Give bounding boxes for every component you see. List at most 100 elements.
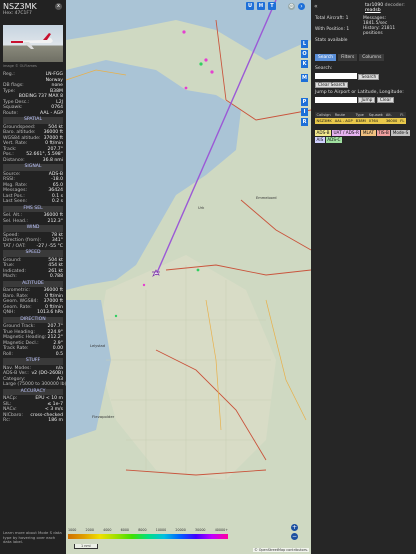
info-label: QNH: [3,310,16,315]
info-label: Rc: [3,418,11,423]
info-value: -27 / -55 °C [36,243,63,249]
place-label: Flevopolder [92,414,115,419]
app-header: tar1090 decoder: readsb [365,3,416,13]
info-value: 212.3° [47,218,63,224]
source-chip[interactable]: AIS [315,137,325,143]
sidebar: « tar1090 decoder: readsb Total Aircraft… [311,0,416,554]
source-chip[interactable]: ADS-C [325,137,342,143]
info-row: TAT / OAT: -27 / -55 °C [3,244,63,250]
clear-search-button[interactable]: Clear Search [315,81,349,88]
source-chip[interactable]: UAT / ADS-R [331,130,361,136]
section-header[interactable]: ACCURACY [3,388,63,395]
toggle-t-button[interactable]: T [268,2,276,10]
jump-label: Jump to Airport or Latitude, Longitude: [315,89,404,95]
table-cell: B38M [354,118,368,124]
layer-r-button[interactable]: R [301,118,308,126]
aircraft-photo[interactable] [3,25,63,62]
info-label: Reg.: [3,72,15,77]
tab-columns[interactable]: Columns [359,54,385,61]
section-header[interactable]: ALTITUDE [3,280,63,287]
stats-link[interactable]: Stats available [315,38,415,43]
aircraft-info-panel: NSZ3MK Hex: 47C1F7 x image © OLFlames Re… [0,0,66,554]
with-position-label: With Position: [315,27,345,32]
search-label: Search: [315,66,333,71]
ais-target-icon[interactable] [204,58,208,62]
decoder-link[interactable]: readsb [365,8,381,13]
search-button[interactable]: Search [358,73,380,80]
settings-icon[interactable]: ⚙ [288,3,295,10]
map-canvas[interactable] [66,0,311,554]
layer-p-button[interactable]: P [301,98,308,106]
table-cell: 36000 [384,118,399,124]
ais-target-icon[interactable] [196,268,200,272]
altitude-legend-labels: 1000 2000 4000 6000 8000 10000 20000 30000 40000… [68,528,228,532]
toggle-u-button[interactable]: U [246,2,254,10]
section-header[interactable]: STUFF [3,358,63,365]
ais-target-icon[interactable] [210,70,214,74]
ais-target-icon[interactable] [114,314,118,318]
section-header[interactable]: WIND [3,225,63,232]
help-note: Learn more about Mode S data type by hov… [3,530,62,544]
info-label: Large (75000 to 300000 lb) [3,382,66,387]
legend-label: 6000 [120,528,130,532]
search-input[interactable] [315,73,357,79]
ais-target-icon[interactable] [182,30,186,34]
osm-attribution[interactable]: © OpenStreetMap contributors. [253,548,309,552]
jump-clear-button[interactable]: Clear [376,97,395,103]
info-label: Route: [3,110,18,116]
layer-l-button[interactable]: L [301,40,308,48]
ais-target-icon[interactable] [184,86,188,90]
layer-o-button[interactable]: O [301,50,308,58]
zoom-out-button[interactable]: − [291,533,298,540]
tab-search[interactable]: Search [315,54,337,61]
info-label: Roll: [3,351,13,357]
layer-k-button[interactable]: K [301,60,308,68]
total-aircraft-label: Total Aircraft: [315,16,345,21]
layer-i-button[interactable]: I [301,108,308,116]
layer-m-button[interactable]: M [301,74,308,82]
airplane-photo-graphic [11,33,53,49]
toggle-h-button[interactable]: H [257,2,265,10]
ais-target-icon[interactable] [199,62,203,66]
ais-target-icon[interactable] [142,283,146,287]
section-header[interactable]: SPATIAL [3,117,63,124]
info-label: TAT / OAT: [3,243,26,249]
jump-input[interactable] [315,96,357,103]
tab-filters[interactable]: Filters [338,54,358,61]
info-label: Type: [3,88,16,94]
source-chip[interactable]: TIS-B [376,130,391,136]
table-cell: AAL - AGP [333,118,355,124]
aircraft-table: Callsign Route Type Squawk Alt. Fl. NSZ3… [315,112,411,124]
legend-label: 30000 [195,528,206,532]
info-value: 0.5 [55,351,63,357]
source-chip[interactable]: ADS-B [315,130,331,136]
close-icon[interactable]: x [55,3,62,10]
legend-label: 2000 [85,528,94,532]
info-label: Last Seen: [3,199,28,204]
expand-sidebar-icon[interactable]: › [298,3,305,10]
section-header[interactable]: DIRECTION [3,316,63,323]
total-aircraft-value: 1 [345,16,349,21]
search-panel: Search: Search Clear Search Jump to Airp… [315,66,411,103]
section-header[interactable]: SPEED [3,250,63,257]
section-header[interactable]: FMS SEL [3,205,63,212]
jump-button[interactable]: Jump [358,97,376,103]
place-label: Urk [198,206,205,210]
info-label: Sel. Head.: [3,218,28,224]
legend-label: 40000+ [214,528,228,532]
source-chip[interactable]: Mode-S [391,130,410,136]
info-row: Distance: 36.8 nmi [3,158,63,164]
info-value: AAL - AGP [40,110,63,116]
table-cell: FL [398,118,407,124]
map-view[interactable]: Lelystad Flevopolder Urk Emmeloord U H T… [66,0,311,554]
table-cell: 0764 [367,118,385,124]
legend-label: 10000 [155,528,167,532]
section-header[interactable]: SIGNAL [3,164,63,171]
source-chip[interactable]: MLAT [361,130,376,136]
legend-label: 4000 [103,528,112,532]
altitude-legend [68,534,228,539]
table-row[interactable]: NSZ3MK AAL - AGP B38M 0764 36000 FL [315,118,407,124]
legend-label: 8000 [138,528,147,532]
collapse-icon[interactable]: « [314,3,318,10]
zoom-in-button[interactable]: + [291,524,298,531]
